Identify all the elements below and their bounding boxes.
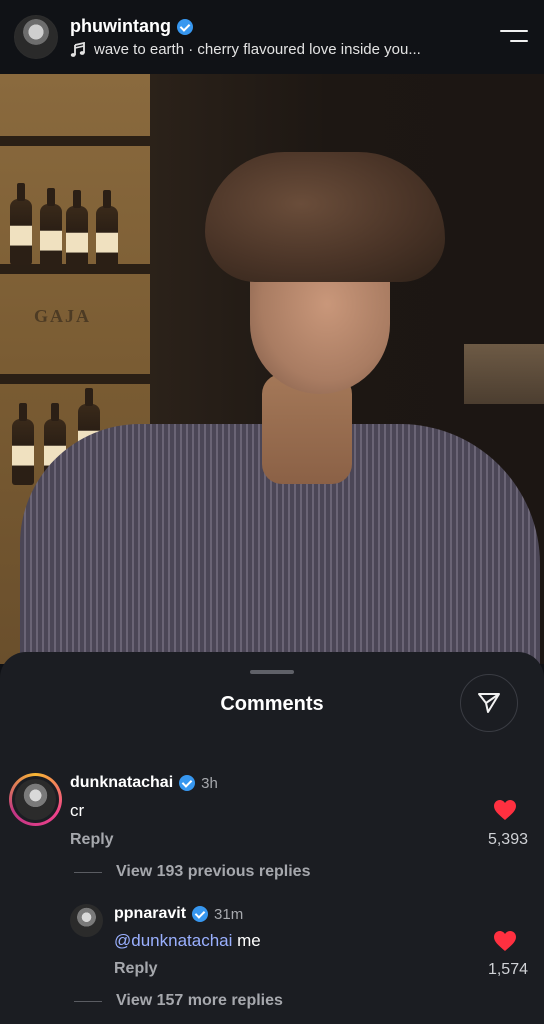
- view-replies-label[interactable]: View 157 more replies: [116, 992, 283, 1010]
- verified-badge-icon: [192, 906, 209, 922]
- share-icon: [478, 693, 500, 713]
- comment-username[interactable]: ppnaravit: [114, 905, 186, 923]
- comment-username[interactable]: dunknatachai: [70, 774, 173, 792]
- verified-badge-icon: [179, 775, 196, 791]
- comment-body: me: [237, 931, 261, 950]
- person-hair: [205, 152, 445, 282]
- crate-label: GAJA: [34, 306, 91, 326]
- view-replies-label[interactable]: View 193 previous replies: [116, 863, 310, 881]
- story-ring[interactable]: [9, 773, 62, 826]
- menu-icon[interactable]: [500, 26, 528, 48]
- comment-time: 3h: [201, 774, 218, 792]
- post-photo[interactable]: GAJA: [0, 74, 544, 664]
- commenter-avatar[interactable]: [70, 904, 103, 937]
- comment-time: 31m: [214, 905, 244, 923]
- commenter-avatar[interactable]: [15, 779, 56, 820]
- mention-link[interactable]: @dunknatachai: [114, 931, 232, 950]
- drag-handle[interactable]: [250, 670, 294, 674]
- music-track[interactable]: wave to earth · cherry flavoured love in…: [94, 41, 421, 58]
- like-count: 5,393: [487, 831, 528, 848]
- comment-text: @dunknatachai me: [114, 931, 261, 951]
- username-row[interactable]: phuwintang: [70, 16, 193, 37]
- post-header: phuwintang wave to earth · cherry flavou…: [0, 0, 544, 74]
- username[interactable]: phuwintang: [70, 16, 171, 37]
- music-note-icon: [70, 41, 85, 57]
- comment-header: ppnaravit 31m: [114, 905, 243, 923]
- heart-icon[interactable]: [493, 930, 517, 952]
- reply-button[interactable]: Reply: [70, 831, 114, 849]
- like-count: 1,574: [487, 961, 528, 978]
- profile-avatar[interactable]: [14, 15, 58, 59]
- verified-badge-icon: [176, 18, 193, 35]
- reply-button[interactable]: Reply: [114, 960, 158, 978]
- comment-header: dunknatachai 3h: [70, 774, 218, 792]
- share-button[interactable]: [460, 674, 518, 732]
- music-row[interactable]: wave to earth · cherry flavoured love in…: [70, 41, 421, 58]
- view-replies[interactable]: View 193 previous replies: [74, 863, 310, 881]
- heart-icon[interactable]: [493, 799, 517, 821]
- view-replies[interactable]: View 157 more replies: [74, 992, 283, 1010]
- comment-text: cr: [70, 801, 85, 820]
